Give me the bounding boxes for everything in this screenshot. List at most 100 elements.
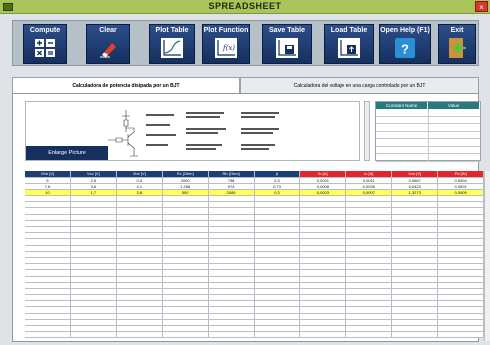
table-cell[interactable] <box>346 245 393 251</box>
tab-bjt-power[interactable]: Calculadora de potencia disipada por un … <box>12 77 240 93</box>
table-cell[interactable] <box>71 307 117 313</box>
table-cell[interactable] <box>392 251 439 257</box>
grid-scrollbar[interactable] <box>484 171 490 341</box>
table-cell[interactable] <box>438 251 484 257</box>
table-cell[interactable] <box>117 208 163 214</box>
table-cell[interactable] <box>163 245 209 251</box>
table-cell[interactable] <box>117 214 163 220</box>
enlarge-picture-button[interactable]: Enlarge Picture <box>26 146 108 160</box>
table-cell[interactable] <box>209 227 255 233</box>
table-cell[interactable]: 0,0028 <box>346 183 393 189</box>
table-cell[interactable]: 0,0011 <box>346 177 393 183</box>
column-header[interactable]: Vbe [V] <box>117 171 163 177</box>
table-cell[interactable] <box>25 208 71 214</box>
table-cell[interactable] <box>392 202 439 208</box>
table-cell[interactable] <box>392 227 439 233</box>
table-cell[interactable]: 0,0667 <box>392 177 439 183</box>
table-cell[interactable] <box>255 208 301 214</box>
table-cell[interactable]: 2089 <box>209 189 255 196</box>
table-cell[interactable] <box>346 270 393 276</box>
table-cell[interactable] <box>438 319 484 325</box>
table-cell[interactable] <box>71 227 117 233</box>
table-cell[interactable] <box>25 227 71 233</box>
table-cell[interactable] <box>71 214 117 220</box>
table-cell[interactable] <box>209 288 255 295</box>
table-cell[interactable] <box>117 319 163 325</box>
table-cell[interactable] <box>438 282 484 288</box>
table-cell[interactable] <box>163 295 209 301</box>
table-cell[interactable] <box>71 326 117 332</box>
table-cell[interactable]: 0,3 <box>255 189 301 196</box>
table-cell[interactable] <box>300 233 347 239</box>
table-cell[interactable] <box>255 332 301 338</box>
table-cell[interactable] <box>438 227 484 233</box>
table-cell[interactable] <box>346 214 393 220</box>
table-cell[interactable] <box>438 307 484 313</box>
table-cell[interactable] <box>300 313 347 319</box>
table-cell[interactable] <box>71 264 117 270</box>
table-cell[interactable] <box>300 276 347 282</box>
table-cell[interactable] <box>209 214 255 220</box>
table-cell[interactable] <box>25 245 71 251</box>
table-cell[interactable] <box>25 251 71 257</box>
table-cell[interactable] <box>163 264 209 270</box>
open-help-button[interactable]: Open Help (F1) ? <box>379 24 431 64</box>
table-cell[interactable] <box>163 239 209 245</box>
table-cell[interactable] <box>392 214 439 220</box>
table-cell[interactable] <box>71 301 117 307</box>
table-cell[interactable]: 5 <box>25 177 71 183</box>
table-cell[interactable]: 500 <box>163 189 209 196</box>
column-header[interactable]: Vce [V] <box>392 171 439 177</box>
table-cell[interactable] <box>209 257 255 264</box>
table-cell[interactable]: 0,0021 <box>300 177 347 183</box>
table-cell[interactable]: 798 <box>209 177 255 183</box>
table-cell[interactable] <box>346 239 393 245</box>
table-cell[interactable]: 0,0423 <box>392 183 439 189</box>
table-cell[interactable] <box>71 332 117 338</box>
table-cell[interactable] <box>392 332 439 338</box>
load-table-button[interactable]: Load Table <box>324 24 374 64</box>
table-cell[interactable] <box>209 270 255 276</box>
table-cell[interactable] <box>392 239 439 245</box>
table-cell[interactable] <box>438 326 484 332</box>
table-cell[interactable] <box>163 282 209 288</box>
table-cell[interactable] <box>209 202 255 208</box>
table-cell[interactable] <box>209 313 255 319</box>
table-cell[interactable] <box>300 196 347 202</box>
table-cell[interactable] <box>25 326 71 332</box>
table-cell[interactable] <box>346 227 393 233</box>
table-cell[interactable] <box>209 332 255 338</box>
table-cell[interactable] <box>438 257 484 264</box>
table-cell[interactable] <box>163 301 209 307</box>
table-cell[interactable] <box>71 319 117 325</box>
table-cell[interactable] <box>71 288 117 295</box>
constant-row[interactable] <box>376 124 480 132</box>
table-cell[interactable] <box>117 313 163 319</box>
plot-function-button[interactable]: Plot Function f(x) <box>202 24 250 64</box>
table-cell[interactable] <box>209 251 255 257</box>
column-header[interactable]: Rc [Ohm] <box>163 171 209 177</box>
save-table-button[interactable]: Save Table <box>262 24 312 64</box>
table-cell[interactable] <box>438 233 484 239</box>
table-cell[interactable] <box>25 239 71 245</box>
table-cell[interactable] <box>117 245 163 251</box>
table-cell[interactable]: 1,3273 <box>392 189 439 196</box>
table-cell[interactable] <box>25 196 71 202</box>
plot-table-button[interactable]: Plot Table <box>149 24 195 64</box>
table-cell[interactable] <box>255 251 301 257</box>
table-cell[interactable] <box>346 202 393 208</box>
table-cell[interactable] <box>25 313 71 319</box>
diagram-scrollbar[interactable] <box>364 101 370 161</box>
table-cell[interactable] <box>163 227 209 233</box>
table-cell[interactable] <box>209 276 255 282</box>
table-cell[interactable]: 2,5 <box>71 177 117 183</box>
table-cell[interactable]: 2000 <box>163 177 209 183</box>
table-cell[interactable] <box>438 276 484 282</box>
table-cell[interactable] <box>163 233 209 239</box>
table-cell[interactable] <box>25 257 71 264</box>
table-cell[interactable] <box>300 227 347 233</box>
table-cell[interactable] <box>163 270 209 276</box>
table-cell[interactable] <box>255 307 301 313</box>
table-row[interactable] <box>25 332 484 339</box>
table-cell[interactable] <box>209 301 255 307</box>
